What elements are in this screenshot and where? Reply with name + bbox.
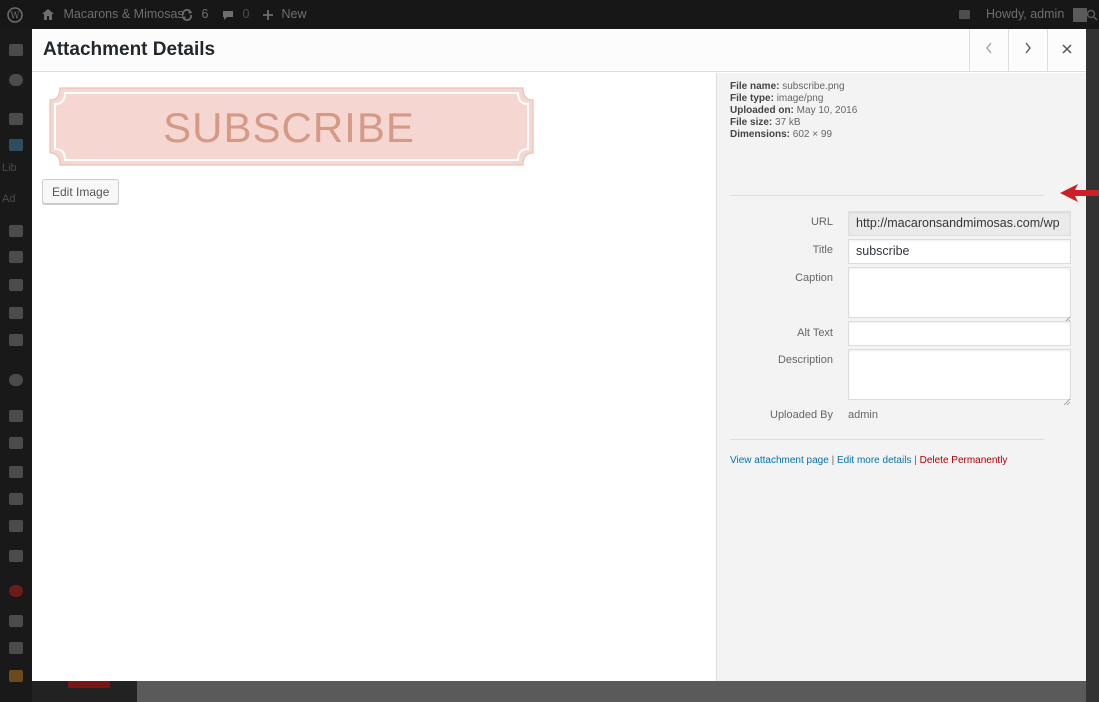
plus-icon <box>262 7 277 21</box>
uploaded-by-value: admin <box>848 409 878 421</box>
uploaded-on: May 10, 2016 <box>796 105 858 116</box>
feedback-icon[interactable] <box>9 307 23 319</box>
file-details: File name: subscribe.png File type: imag… <box>730 81 857 141</box>
close-button[interactable] <box>1047 29 1086 72</box>
separator: | <box>914 455 917 466</box>
pages-icon[interactable] <box>9 251 23 263</box>
settings-circle-icon[interactable] <box>9 374 23 386</box>
background-right-edge <box>1086 29 1099 702</box>
file-size: 37 kB <box>775 117 801 128</box>
file-name-row: File name: subscribe.png <box>730 81 845 92</box>
wordpress-logo-icon[interactable]: W <box>7 0 23 29</box>
uploaded-by-label: Uploaded By <box>770 409 833 421</box>
annotation-arrow-icon <box>1060 182 1099 204</box>
media-library-link[interactable]: Lib <box>2 162 17 174</box>
comments-menu-icon[interactable] <box>9 279 23 291</box>
resize-handle-icon[interactable] <box>1063 392 1071 410</box>
chevron-left-icon <box>984 41 994 60</box>
delete-permanently-link[interactable]: Delete Permanently <box>920 455 1008 466</box>
url-label: URL <box>810 216 833 228</box>
notification-icon[interactable] <box>958 0 971 29</box>
title-field[interactable]: subscribe <box>848 239 1071 264</box>
site-name: Macarons & Mimosas <box>63 7 184 21</box>
attachment-details-modal: Attachment Details SUBSCRIBE Edit Image <box>32 29 1086 681</box>
alt-text-field[interactable] <box>848 321 1071 346</box>
admin-sidebar-menu: Lib Ad <box>0 29 32 702</box>
page-title: Attachment Details <box>43 39 216 60</box>
file-size-row: File size: 37 kB <box>730 117 801 128</box>
updates-count: 6 <box>201 7 209 21</box>
howdy-text: Howdy, admin <box>986 7 1065 21</box>
links-icon[interactable] <box>9 225 23 237</box>
alt-text-label: Alt Text <box>797 327 833 339</box>
dimensions-row: Dimensions: 602 × 99 <box>730 129 833 140</box>
separator: | <box>831 455 835 466</box>
dashboard-icon[interactable] <box>9 44 23 56</box>
chevron-right-icon <box>1023 41 1033 60</box>
updates-link[interactable]: 6 <box>180 0 208 29</box>
preview-subscribe-text: SUBSCRIBE <box>163 104 415 151</box>
caption-label: Caption <box>795 272 833 284</box>
comments-count: 0 <box>242 7 250 21</box>
home-icon <box>41 7 58 21</box>
background-page-content <box>137 680 1099 702</box>
edit-image-button[interactable]: Edit Image <box>42 179 120 204</box>
calendar-icon[interactable] <box>9 520 23 532</box>
tools-icon[interactable] <box>9 493 23 505</box>
file-name: subscribe.png <box>782 81 845 92</box>
file-type: image/png <box>776 93 824 104</box>
admin-bar: W Macarons & Mimosas 6 0 New Howdy, admi… <box>0 0 1099 29</box>
users-icon[interactable] <box>9 466 23 478</box>
cart-icon[interactable] <box>9 550 23 562</box>
caption-textarea[interactable] <box>848 267 1071 318</box>
attachment-preview-image: SUBSCRIBE <box>46 84 537 169</box>
comment-icon <box>221 7 238 21</box>
description-label: Description <box>777 354 833 366</box>
dimensions: 602 × 99 <box>792 129 833 140</box>
avatar <box>1072 7 1087 22</box>
modal-header: Attachment Details <box>32 29 1086 72</box>
jetpack-icon[interactable] <box>9 74 23 86</box>
site-link[interactable]: Macarons & Mimosas <box>41 0 184 29</box>
url-field[interactable]: http://macaronsandmimosas.com/wp <box>848 211 1071 236</box>
uploaded-on-row: Uploaded on: May 10, 2016 <box>730 105 858 116</box>
media-add-new-link[interactable]: Ad <box>2 193 15 205</box>
title-label: Title <box>812 244 833 256</box>
updates-icon <box>180 7 197 21</box>
appearance-icon[interactable] <box>9 410 23 422</box>
background-red-strip <box>68 680 110 688</box>
divider <box>730 195 1044 196</box>
stats-icon[interactable] <box>9 670 23 682</box>
previous-button[interactable] <box>969 29 1008 72</box>
edit-more-details-link[interactable]: Edit more details <box>837 455 911 466</box>
plugin-badge-icon[interactable] <box>9 585 23 597</box>
posts-icon[interactable] <box>9 113 23 125</box>
svg-text:W: W <box>10 11 20 21</box>
new-label: New <box>281 7 307 21</box>
new-content-link[interactable]: New <box>262 0 307 29</box>
plugins-icon[interactable] <box>9 437 23 449</box>
view-attachment-page-link[interactable]: View attachment page <box>730 455 829 466</box>
attachment-info-sidebar: File name: subscribe.png File type: imag… <box>716 73 1086 681</box>
divider <box>730 439 1044 440</box>
comments-link[interactable]: 0 <box>221 0 249 29</box>
account-menu[interactable]: Howdy, admin <box>986 0 1087 29</box>
close-icon <box>1061 42 1073 60</box>
file-type-row: File type: image/png <box>730 93 824 104</box>
description-textarea[interactable] <box>848 349 1071 400</box>
media-icon[interactable] <box>9 139 23 151</box>
gear-icon[interactable] <box>9 642 23 654</box>
mail-icon[interactable] <box>9 334 23 346</box>
next-button[interactable] <box>1008 29 1047 72</box>
attachment-actions: View attachment page | Edit more details… <box>730 455 1007 466</box>
search-icon[interactable] <box>1086 0 1098 29</box>
attachment-media-view: SUBSCRIBE Edit Image <box>32 73 716 681</box>
analytics-icon[interactable] <box>9 615 23 627</box>
